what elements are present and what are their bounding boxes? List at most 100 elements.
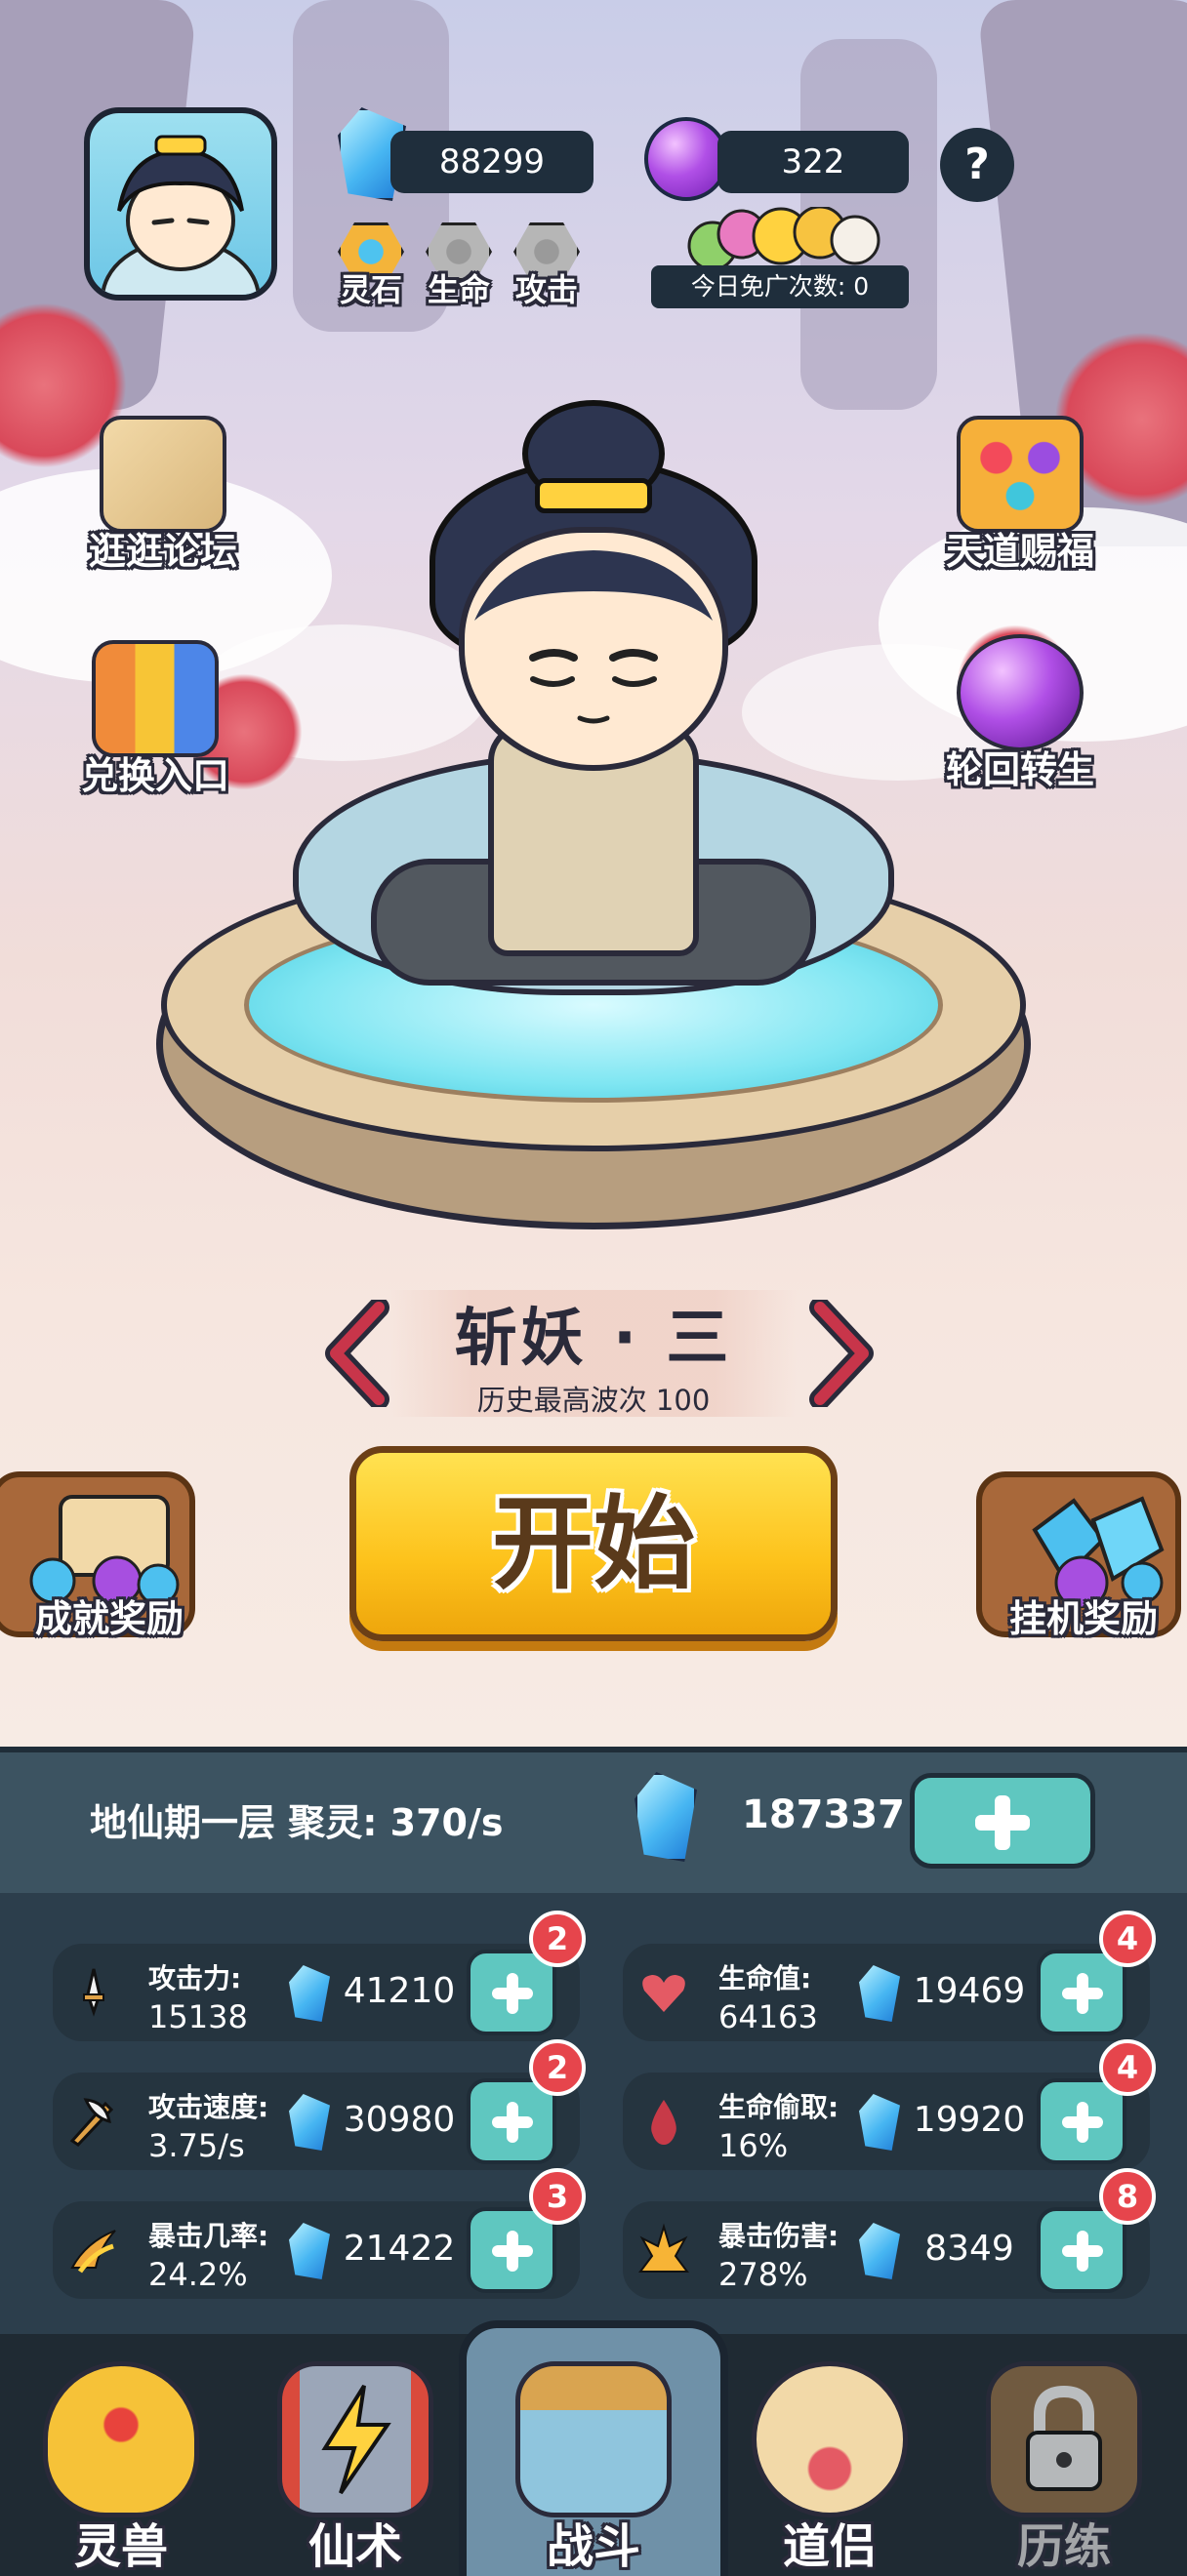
- stat-value: 16%: [718, 2127, 789, 2164]
- plus-icon: [1062, 2231, 1103, 2272]
- stat-crit-damage: 暴击伤害: 278% 8349 8: [623, 2168, 1156, 2299]
- plus-icon: [492, 1973, 533, 2014]
- purple-gem-icon: [644, 117, 728, 201]
- tab-attack[interactable]: 攻击: [506, 222, 588, 308]
- notification-badge: 2: [529, 2039, 586, 2096]
- spirit-stone-value: 88299: [438, 142, 546, 181]
- nav-training[interactable]: 历练: [957, 2342, 1171, 2576]
- start-button[interactable]: 开始: [349, 1446, 838, 1641]
- free-ads-counter[interactable]: 今日免广次数: 0: [651, 265, 909, 308]
- nav-label: 道侣: [782, 2519, 877, 2574]
- reincarnation-button[interactable]: 轮回转生: [927, 634, 1113, 800]
- sword-icon: [83, 1968, 104, 2017]
- wing-sword-icon: [69, 2098, 114, 2147]
- nav-label: 战斗: [546, 2519, 640, 2574]
- nav-label: 灵兽: [73, 2519, 168, 2574]
- stat-name: 暴击几率:: [148, 2220, 269, 2252]
- free-ads-label: 今日免广次数: 0: [690, 272, 870, 301]
- stat-attack-speed: 攻击速度: 3.75/s 30980 2: [53, 2039, 586, 2170]
- start-label: 开始: [491, 1484, 695, 1603]
- tab-label: 攻击: [514, 271, 578, 308]
- stat-value: 15138: [148, 1998, 248, 2035]
- stat-value: 24.2%: [148, 2256, 248, 2293]
- forum-label: 逛逛论坛: [88, 530, 237, 573]
- tab-label: 灵石: [339, 271, 402, 308]
- stat-name: 暴击伤害:: [718, 2220, 839, 2252]
- plus-icon: [492, 2102, 533, 2143]
- stat-crit-rate: 暴击几率: 24.2% 21422 3: [53, 2168, 586, 2299]
- help-icon: ?: [964, 140, 990, 189]
- lightning-icon: [321, 2384, 391, 2495]
- forum-map-icon: [100, 416, 226, 533]
- cost-gem-icon: [859, 2223, 900, 2279]
- stat-value: 64163: [718, 1998, 818, 2035]
- notification-badge: 4: [1099, 1911, 1156, 1967]
- reincarnation-label: 轮回转生: [945, 748, 1094, 791]
- notification-badge: 8: [1099, 2168, 1156, 2225]
- stat-name: 生命偷取:: [718, 2091, 839, 2123]
- stat-value: 278%: [718, 2256, 808, 2293]
- cost-gem-icon: [289, 2223, 330, 2279]
- stat-life: 生命值: 64163 19469 4: [623, 1911, 1156, 2041]
- player-avatar[interactable]: [84, 107, 277, 301]
- blessing-label: 天道赐福: [945, 530, 1094, 573]
- stage-title: 斩妖 · 三: [454, 1303, 733, 1375]
- plus-icon: [492, 2231, 533, 2272]
- purple-gem-counter: 322: [717, 131, 909, 193]
- stat-name: 生命值:: [718, 1962, 812, 1994]
- character-face-icon: [474, 550, 713, 724]
- spirit-stone-counter: 88299: [390, 131, 594, 193]
- stat-value: 3.75/s: [148, 2127, 245, 2164]
- blessing-button[interactable]: 天道赐福: [927, 416, 1113, 582]
- flame-burst-icon: [638, 2223, 689, 2273]
- plus-icon: [1062, 1973, 1103, 2014]
- nav-immortal-arts[interactable]: 仙术: [248, 2342, 463, 2576]
- nav-label: 历练: [1016, 2519, 1111, 2574]
- achievement-reward-label: 成就奖励: [34, 1597, 184, 1640]
- companion-heart-icon: [752, 2361, 908, 2517]
- exchange-label: 兑换入口: [80, 754, 229, 797]
- stat-cost: 21422: [343, 2229, 456, 2269]
- plus-icon: [975, 1795, 1030, 1850]
- plus-icon: [1062, 2102, 1103, 2143]
- character-head: [459, 527, 728, 771]
- tab-spirit-stone[interactable]: 灵石: [330, 222, 412, 308]
- notification-badge: 3: [529, 2168, 586, 2225]
- achievement-reward-button[interactable]: 成就奖励: [0, 1471, 195, 1640]
- idle-reward-button[interactable]: 挂机奖励: [976, 1471, 1181, 1640]
- crit-claw-icon: [70, 2230, 116, 2274]
- stage-prev-button[interactable]: [322, 1297, 392, 1410]
- nav-companion[interactable]: 道侣: [722, 2342, 937, 2576]
- notification-badge: 2: [529, 1911, 586, 1967]
- add-spirit-stones-button[interactable]: [910, 1773, 1095, 1869]
- realm-label: 地仙期一层 聚灵: 370/s: [90, 1801, 504, 1844]
- help-button[interactable]: ?: [940, 128, 1014, 202]
- chevron-left-icon: [325, 1297, 389, 1410]
- heart-icon: [642, 1975, 685, 2012]
- stat-cost: 41210: [343, 1971, 456, 2011]
- stat-cost: 19469: [913, 1971, 1026, 2011]
- exchange-button[interactable]: 兑换入口: [62, 640, 248, 806]
- stat-cost: 30980: [343, 2100, 456, 2140]
- character-crown: [535, 478, 652, 513]
- stat-cost: 8349: [924, 2229, 1014, 2269]
- blood-drop-icon: [651, 2100, 676, 2145]
- lock-icon: [986, 2361, 1142, 2517]
- stage-best-wave: 历史最高波次 100: [476, 1384, 711, 1417]
- tab-label: 生命: [427, 271, 490, 308]
- cost-gem-icon: [289, 1965, 330, 2022]
- blessing-gems-icon: [957, 416, 1084, 533]
- stat-name: 攻击力:: [148, 1962, 242, 1994]
- stage-next-button[interactable]: [806, 1297, 877, 1410]
- cost-gem-icon: [859, 2094, 900, 2151]
- battle-sword-icon: [515, 2361, 672, 2517]
- stat-cost: 19920: [913, 2100, 1026, 2140]
- forum-button[interactable]: 逛逛论坛: [70, 416, 256, 582]
- achievement-scroll-icon: [29, 1495, 180, 1604]
- avatar-portrait-icon: [101, 135, 261, 295]
- stat-life-steal: 生命偷取: 16% 19920 4: [623, 2039, 1156, 2170]
- tab-life[interactable]: 生命: [418, 222, 500, 308]
- nav-battle[interactable]: 战斗: [486, 2342, 701, 2576]
- nav-spirit-beast[interactable]: 灵兽: [14, 2342, 228, 2576]
- lightning-scroll-icon: [277, 2361, 433, 2517]
